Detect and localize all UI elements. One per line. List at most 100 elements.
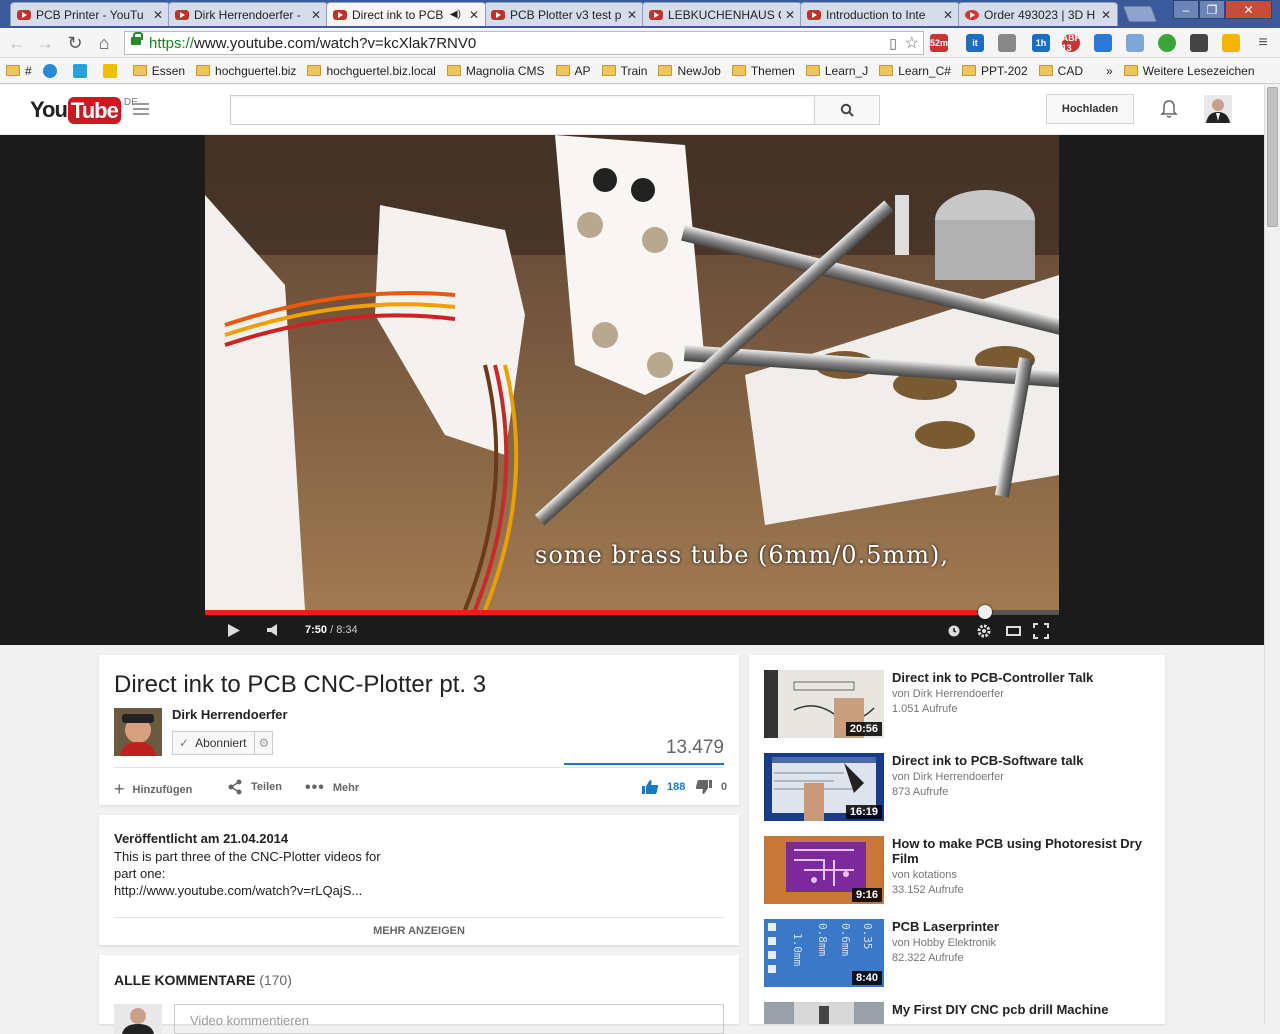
close-tab-icon[interactable]: ✕ [943, 8, 953, 22]
scrollbar-thumb[interactable] [1267, 87, 1278, 227]
bookmark-item[interactable]: AP [555, 64, 591, 78]
browser-tab[interactable]: Dirk Herrendoerfer - ✕ [168, 2, 328, 26]
like-button[interactable]: 188 [641, 779, 685, 795]
menu-icon[interactable]: ≡ [1252, 32, 1274, 54]
subscribe-button[interactable]: ✓ Abonniert ⚙ [172, 731, 274, 755]
video-thumbnail[interactable]: 1.0mm 0.8mm 0.6mm 0.35 8:40 [764, 919, 884, 987]
subscription-settings-icon[interactable]: ⚙ [254, 732, 272, 754]
camera-icon[interactable] [1126, 34, 1144, 52]
description-link[interactable]: http://www.youtube.com/watch?v=rLQajS... [114, 883, 362, 898]
new-tab-button[interactable] [1123, 6, 1157, 22]
extension-feather-icon[interactable] [998, 34, 1016, 52]
bookmark-item[interactable]: PPT-202 [961, 64, 1028, 78]
maximize-button[interactable]: ❐ [1199, 0, 1225, 19]
bookmark-item[interactable]: Essen [132, 64, 185, 78]
guide-menu-icon[interactable] [133, 103, 149, 115]
add-to-button[interactable]: + Hinzufügen [114, 779, 192, 800]
forward-button[interactable]: → [34, 32, 56, 54]
browser-tab[interactable]: PCB Plotter v3 test p ✕ [484, 2, 644, 26]
share-button[interactable]: Teilen [227, 779, 282, 795]
close-tab-icon[interactable]: ✕ [627, 8, 637, 22]
close-tab-icon[interactable]: ✕ [469, 8, 479, 22]
video-thumbnail[interactable]: 16:19 [764, 753, 884, 821]
scrubber-handle[interactable] [977, 605, 992, 619]
channel-name[interactable]: Dirk Herrendoerfer [172, 707, 288, 722]
play-icon[interactable] [227, 623, 241, 638]
bookmark-item[interactable]: Magnolia CMS [446, 64, 545, 78]
bookmarks-overflow-button[interactable]: » [1106, 64, 1113, 78]
related-title[interactable]: Direct ink to PCB-Software talk [892, 753, 1152, 768]
browser-tab[interactable]: PCB Printer - YouTu ✕ [10, 2, 170, 26]
related-video-item[interactable]: 16:19 Direct ink to PCB-Software talk vo… [764, 753, 1154, 823]
upload-button[interactable]: Hochladen [1046, 94, 1134, 124]
bookmark-item[interactable]: NewJob [658, 64, 721, 78]
browser-tab[interactable]: Order 493023 | 3D H ✕ [958, 2, 1118, 26]
related-video-item[interactable]: 20:56 Direct ink to PCB-Controller Talk … [764, 670, 1154, 740]
extension-calendar-icon[interactable]: 1h [1032, 34, 1050, 52]
extension-window-icon[interactable] [1094, 34, 1112, 52]
close-tab-icon[interactable]: ✕ [785, 8, 795, 22]
search-button[interactable] [814, 95, 880, 125]
bookmark-item[interactable] [72, 63, 92, 78]
minimize-button[interactable]: ‒ [1173, 0, 1199, 19]
watch-later-icon[interactable] [948, 625, 960, 637]
bookmark-item[interactable]: Learn_C# [879, 64, 951, 78]
like-count: 188 [667, 781, 686, 793]
account-avatar[interactable] [1204, 95, 1232, 123]
video-thumbnail[interactable]: 20:56 [764, 670, 884, 738]
video-thumbnail[interactable]: 9:16 [764, 836, 884, 904]
back-button[interactable]: ← [6, 32, 28, 54]
related-video-item[interactable]: My First DIY CNC pcb drill Machine [764, 1002, 1154, 1024]
more-actions-button[interactable]: ••• Mehr [305, 779, 359, 797]
close-tab-icon[interactable]: ✕ [1101, 8, 1111, 22]
settings-gear-icon[interactable] [976, 623, 992, 639]
browser-tab-active[interactable]: Direct ink to PCB ◀) ✕ [326, 2, 486, 26]
evernote-icon[interactable] [1158, 34, 1176, 52]
bookmark-item[interactable]: hochguertel.biz [196, 64, 296, 78]
bookmark-item[interactable]: Train [601, 64, 647, 78]
home-button[interactable]: ⌂ [93, 32, 115, 54]
extension-it-icon[interactable]: it [966, 34, 984, 52]
browser-tab[interactable]: LEBKUCHENHAUS C ✕ [642, 2, 802, 26]
bookmark-item[interactable] [42, 63, 62, 78]
notifications-bell-icon[interactable] [1160, 99, 1178, 119]
related-title[interactable]: PCB Laserprinter [892, 919, 1152, 934]
comment-input[interactable]: Video kommentieren [174, 1004, 724, 1034]
other-bookmarks[interactable]: Weitere Lesezeichen [1123, 64, 1255, 78]
related-video-item[interactable]: 1.0mm 0.8mm 0.6mm 0.35 8:40 PCB Laserprinte… [764, 919, 1154, 989]
bookmark-item[interactable]: Learn_J [805, 64, 868, 78]
extension-timer-icon[interactable]: 52m [930, 34, 948, 52]
page-scrollbar[interactable] [1264, 85, 1280, 1024]
bookmark-star-icon[interactable]: ☆ [905, 33, 919, 53]
google-drive-icon[interactable] [1222, 34, 1240, 52]
reader-icon[interactable]: ▯ [889, 35, 897, 52]
close-tab-icon[interactable]: ✕ [153, 8, 163, 22]
volume-icon[interactable] [267, 624, 279, 636]
bookmark-item[interactable] [102, 63, 122, 78]
video-frame[interactable]: some brass tube (6mm/0.5mm), [205, 135, 1059, 610]
dislike-button[interactable]: 0 [695, 779, 727, 795]
bookmark-item[interactable]: CAD [1038, 64, 1083, 78]
search-input[interactable] [230, 95, 815, 125]
address-bar[interactable]: https://www.youtube.com/watch?v=kcXlak7R… [124, 31, 924, 55]
channel-avatar[interactable] [114, 708, 162, 756]
reload-button[interactable]: ↻ [64, 32, 86, 54]
fullscreen-icon[interactable] [1033, 623, 1049, 639]
bookmark-item[interactable]: hochguertel.biz.local [307, 64, 436, 78]
related-title[interactable]: Direct ink to PCB-Controller Talk [892, 670, 1152, 685]
close-tab-icon[interactable]: ✕ [311, 8, 321, 22]
browser-tab[interactable]: Introduction to Inte ✕ [800, 2, 960, 26]
video-thumbnail[interactable] [764, 1002, 884, 1024]
adblock-icon[interactable]: ABP 13 [1062, 33, 1081, 53]
extension-tree-icon[interactable] [1190, 34, 1208, 52]
youtube-logo[interactable]: You Tube DE [30, 97, 138, 124]
close-window-button[interactable]: ✕ [1225, 0, 1272, 19]
related-video-item[interactable]: 9:16 How to make PCB using Photoresist D… [764, 836, 1154, 906]
related-title[interactable]: My First DIY CNC pcb drill Machine [892, 1002, 1152, 1017]
bookmark-item[interactable]: # [6, 64, 32, 78]
bookmark-item[interactable]: Themen [731, 64, 795, 78]
theater-mode-icon[interactable] [1006, 626, 1021, 636]
related-title[interactable]: How to make PCB using Photoresist Dry Fi… [892, 836, 1152, 866]
show-more-button[interactable]: MEHR ANZEIGEN [99, 925, 739, 937]
progress-bar[interactable] [205, 605, 1059, 619]
